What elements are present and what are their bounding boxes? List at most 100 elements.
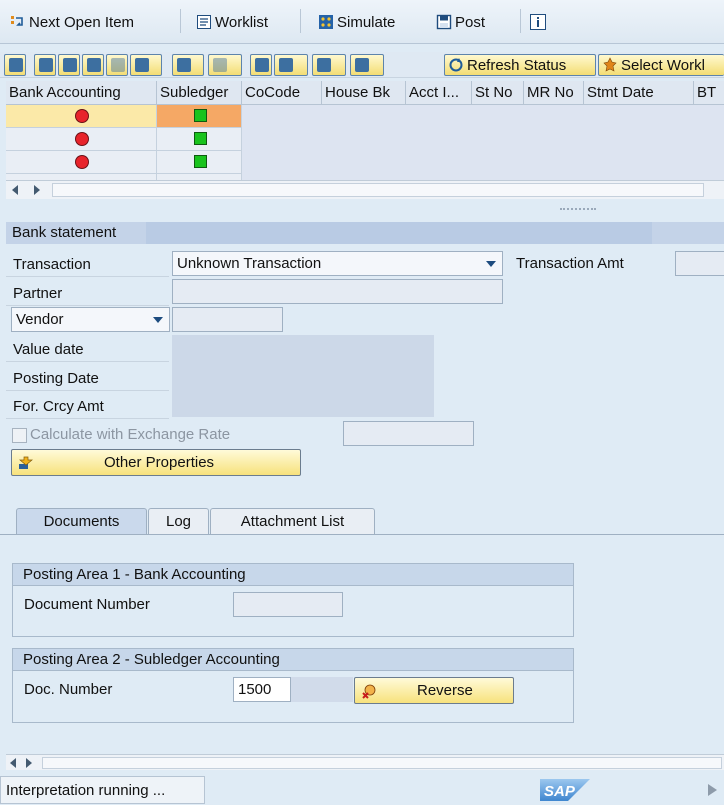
calc-exchange-rate-checkbox[interactable] <box>12 428 27 443</box>
column-header[interactable]: BT <box>694 81 724 105</box>
post-button[interactable]: Post <box>436 11 485 33</box>
reverse-button[interactable]: Reverse <box>354 677 514 704</box>
filter-button[interactable] <box>130 54 162 76</box>
filter-icon <box>135 58 149 72</box>
simulate-label: Simulate <box>337 13 396 31</box>
refresh-status-label: Refresh Status <box>467 56 567 74</box>
for-crcy-amt-label: For. Crcy Amt <box>13 398 104 415</box>
tab-log-label: Log <box>165 513 192 530</box>
subtotal-button[interactable] <box>208 54 242 76</box>
chevron-down-icon <box>486 261 496 267</box>
simulate-button[interactable]: Simulate <box>318 11 395 33</box>
tab-attachment-list[interactable]: Attachment List <box>210 508 375 535</box>
partner-field[interactable] <box>172 279 503 304</box>
find-button[interactable] <box>82 54 104 76</box>
splitter-handle[interactable] <box>0 208 724 218</box>
transaction-amt-label: Transaction Amt <box>516 255 624 272</box>
tab-documents[interactable]: Documents <box>16 508 147 535</box>
column-header[interactable]: Subledger <box>157 81 242 105</box>
scroll-left-icon[interactable] <box>12 185 18 195</box>
column-header[interactable]: Acct I... <box>406 81 472 105</box>
table-cell[interactable] <box>157 128 242 151</box>
binoculars-next-icon <box>111 58 125 72</box>
toolbar-separator <box>180 9 181 33</box>
table-row[interactable] <box>6 128 157 151</box>
doc-number-value: 1500 <box>238 681 272 698</box>
find-next-button[interactable] <box>106 54 128 76</box>
posting-area-1-title: Posting Area 1 - Bank Accounting <box>13 564 573 586</box>
next-open-item-label: Next Open Item <box>29 13 135 31</box>
transaction-amt-field[interactable] <box>675 251 724 276</box>
status-red-icon <box>76 110 88 122</box>
status-green-icon <box>194 109 207 122</box>
exchange-rate-field[interactable] <box>343 421 474 446</box>
posting-date-label: Posting Date <box>13 370 99 387</box>
reverse-label: Reverse <box>417 682 473 699</box>
next-open-item-button[interactable]: Next Open Item <box>10 11 134 33</box>
worklist-button[interactable]: Worklist <box>196 11 268 33</box>
info-icon <box>530 14 546 30</box>
column-header[interactable]: Stmt Date <box>584 81 694 105</box>
magnifier-icon <box>9 58 23 72</box>
sort-ascending-icon <box>39 58 53 72</box>
value-date-label: Value date <box>13 341 84 358</box>
scroll-thumb[interactable] <box>52 183 704 197</box>
calc-exchange-rate-label: Calculate with Exchange Rate <box>30 426 231 443</box>
scroll-right-icon[interactable] <box>34 185 40 195</box>
transaction-value: Unknown Transaction <box>177 255 322 272</box>
transaction-label: Transaction <box>13 256 91 273</box>
status-green-icon <box>194 132 207 145</box>
refresh-icon <box>449 58 463 72</box>
next-item-icon <box>11 16 23 26</box>
table-row[interactable] <box>6 105 157 128</box>
document-number-label: Document Number <box>24 596 150 613</box>
views-icon <box>279 58 293 72</box>
partner-type-dropdown[interactable]: Vendor <box>11 307 170 332</box>
worklist-table: Bank Accounting Subledger CoCode House B… <box>6 81 724 180</box>
scroll-thumb[interactable] <box>42 757 722 769</box>
other-properties-label: Other Properties <box>104 454 215 471</box>
status-expand-icon[interactable] <box>708 784 717 796</box>
scroll-right-icon[interactable] <box>26 758 32 768</box>
refresh-status-button[interactable]: Refresh Status <box>444 54 596 76</box>
details-button[interactable] <box>4 54 26 76</box>
sort-descending-button[interactable] <box>58 54 80 76</box>
tab-documents-label: Documents <box>43 513 120 530</box>
posting-area-2-group: Posting Area 2 - Subledger Accounting Do… <box>12 648 574 723</box>
column-header[interactable]: MR No <box>524 81 584 105</box>
scroll-left-icon[interactable] <box>10 758 16 768</box>
column-header[interactable]: CoCode <box>242 81 322 105</box>
doc-number-label: Doc. Number <box>24 681 113 698</box>
table-cell[interactable] <box>157 105 242 128</box>
views-button[interactable] <box>274 54 308 76</box>
table-cell[interactable] <box>157 151 242 174</box>
export-button[interactable] <box>312 54 346 76</box>
vendor-number-field[interactable] <box>172 307 283 332</box>
print-button[interactable] <box>250 54 272 76</box>
splitter-grip[interactable] <box>560 208 596 210</box>
posting-area-2-title: Posting Area 2 - Subledger Accounting <box>13 649 573 671</box>
column-header[interactable]: House Bk <box>322 81 406 105</box>
column-header[interactable]: Bank Accounting <box>6 81 157 105</box>
doc-number-field[interactable]: 1500 <box>233 677 291 702</box>
posting-date-label-row: Posting Date <box>6 365 169 391</box>
table-row[interactable] <box>6 151 157 174</box>
table-horizontal-scrollbar[interactable] <box>6 180 724 199</box>
simulate-icon <box>319 15 333 29</box>
total-button[interactable] <box>172 54 204 76</box>
binoculars-icon <box>87 58 101 72</box>
document-number-field[interactable] <box>233 592 343 617</box>
select-worklist-button[interactable]: Select Workl <box>598 54 724 76</box>
panel-horizontal-scrollbar[interactable] <box>6 754 724 770</box>
transaction-label-row: Transaction <box>6 251 169 277</box>
info-button[interactable] <box>530 11 546 33</box>
sort-ascending-button[interactable] <box>34 54 56 76</box>
column-header[interactable]: St No <box>472 81 524 105</box>
transaction-dropdown[interactable]: Unknown Transaction <box>172 251 503 276</box>
grid-toolbar: Refresh Status Select Workl <box>0 52 724 78</box>
bank-statement-title: Bank statement <box>12 224 117 241</box>
layout-button[interactable] <box>350 54 384 76</box>
sap-logo-text: SAP <box>544 783 576 800</box>
tab-log[interactable]: Log <box>148 508 209 535</box>
other-properties-button[interactable]: Other Properties <box>11 449 301 476</box>
